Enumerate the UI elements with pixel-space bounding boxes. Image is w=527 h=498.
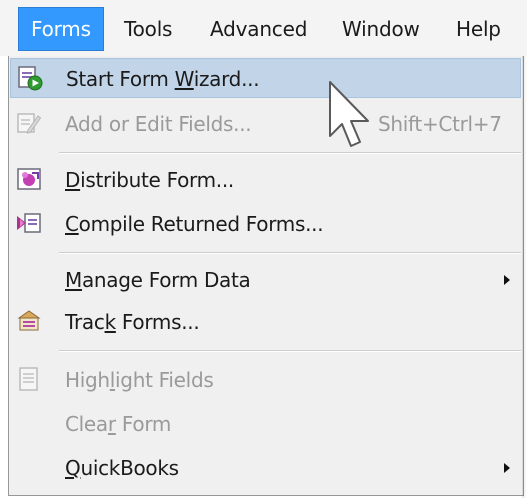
menu-separator: [59, 152, 521, 154]
menu-forms[interactable]: Forms: [18, 7, 104, 51]
submenu-arrow-icon: [504, 275, 510, 285]
menu-item-start-form-wizard[interactable]: Start Form Wizard...: [10, 58, 521, 98]
menu-item-quickbooks[interactable]: QuickBooks: [10, 448, 521, 488]
track-forms-icon: [16, 308, 42, 334]
menu-item-label: Highlight Fields: [65, 368, 214, 392]
menu-item-label: Start Form Wizard...: [66, 67, 260, 91]
distribute-form-icon: [16, 166, 42, 192]
menu-advanced[interactable]: Advanced: [198, 8, 319, 50]
submenu-arrow-icon: [504, 463, 510, 473]
menu-item-label: Clear Form: [65, 412, 172, 436]
menu-item-compile-returned-forms[interactable]: Compile Returned Forms...: [10, 204, 521, 244]
menu-tools[interactable]: Tools: [112, 8, 184, 50]
menu-item-clear-form[interactable]: Clear Form: [10, 404, 521, 444]
edit-fields-icon: [16, 110, 42, 136]
menu-separator: [59, 350, 521, 352]
shortcut-label: Shift+Ctrl+7: [378, 112, 502, 136]
menu-item-label: Compile Returned Forms...: [65, 212, 324, 236]
menu-item-distribute-form[interactable]: Distribute Form...: [10, 160, 521, 200]
menu-item-label: Track Forms...: [65, 310, 200, 334]
menu-bar: Forms Tools Advanced Window Help: [0, 0, 527, 56]
highlight-fields-icon: [16, 366, 42, 392]
forms-dropdown-menu: Start Form Wizard... Add or Edit Fields.…: [8, 56, 524, 496]
menu-item-label: Manage Form Data: [65, 268, 251, 292]
menu-item-highlight-fields[interactable]: Highlight Fields: [10, 360, 521, 400]
menu-shadow: [522, 56, 527, 498]
form-wizard-icon: [17, 65, 43, 91]
menu-item-label: Distribute Form...: [65, 168, 234, 192]
menu-separator: [59, 252, 521, 254]
menu-item-label: QuickBooks: [65, 456, 179, 480]
menu-item-manage-form-data[interactable]: Manage Form Data: [10, 260, 521, 300]
menu-help[interactable]: Help: [444, 8, 513, 50]
menu-item-add-or-edit-fields[interactable]: Add or Edit Fields... Shift+Ctrl+7: [10, 104, 521, 144]
mouse-pointer-icon: [329, 81, 369, 147]
menu-item-track-forms[interactable]: Track Forms...: [10, 302, 521, 342]
compile-forms-icon: [16, 210, 42, 236]
menu-window[interactable]: Window: [330, 8, 432, 50]
menu-item-label: Add or Edit Fields...: [65, 112, 252, 136]
